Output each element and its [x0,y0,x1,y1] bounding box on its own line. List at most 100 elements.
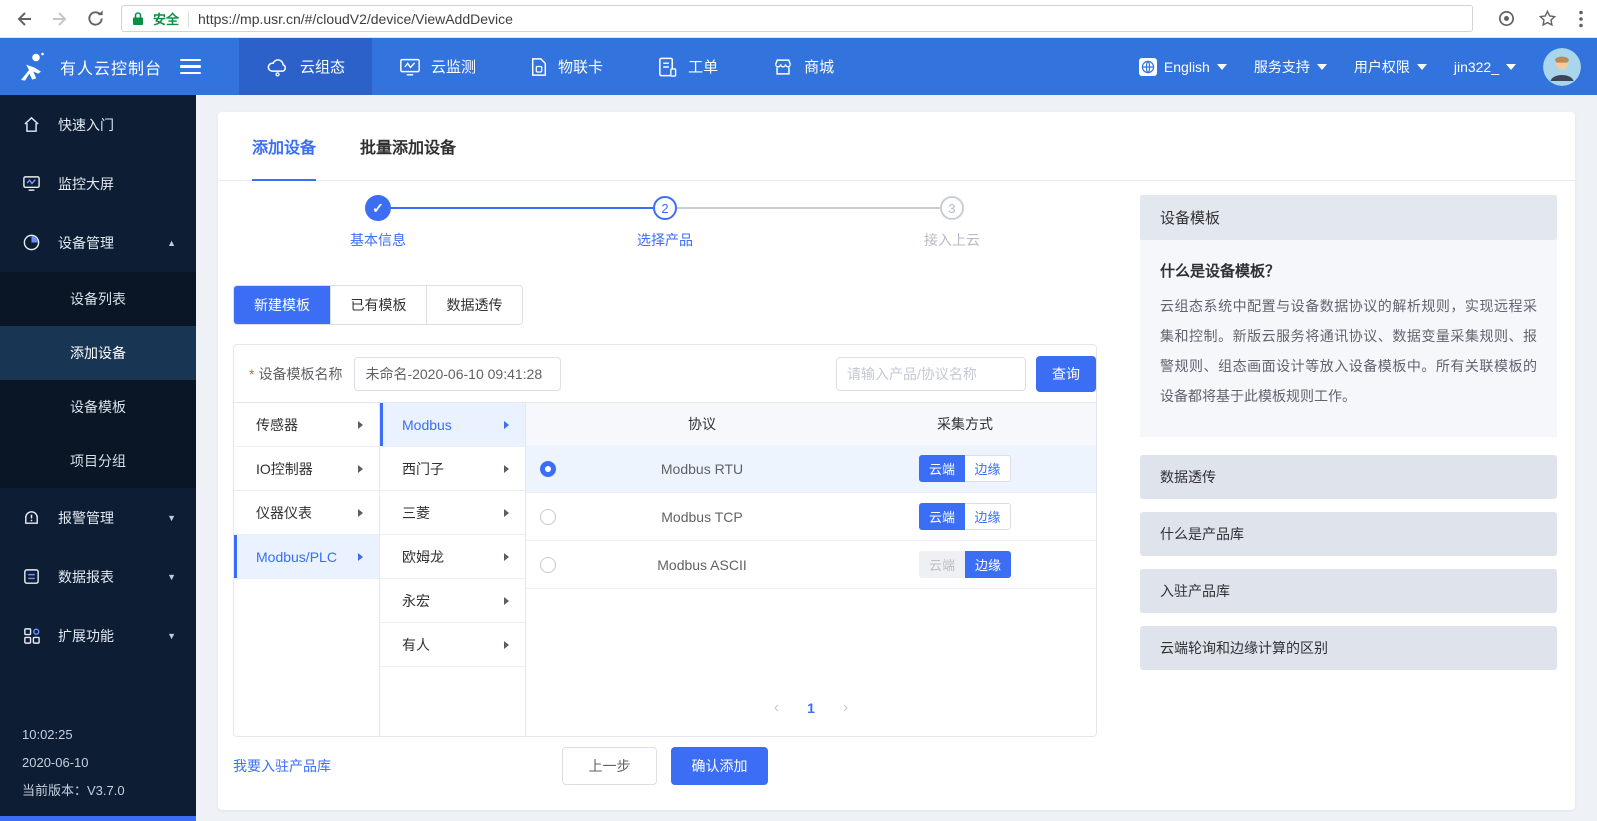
nav-item-cloud-scada[interactable]: 云组态 [239,38,372,95]
help-answer: 云组态系统中配置与设备数据协议的解析规则，实现远程采集和控制。新版云服务将通讯协… [1160,291,1537,411]
brand-usr[interactable]: 有人 [380,623,525,667]
browser-refresh-icon[interactable] [86,9,105,28]
page-next-icon[interactable] [843,700,848,716]
sidebar-item-data-report[interactable]: 数据报表 ▼ [0,547,196,606]
nav-item-cloud-monitor[interactable]: 云监测 [372,38,503,95]
chevron-down-icon: ▼ [167,513,176,523]
brand-column: Modbus 西门子 三菱 欧姆龙 [380,403,526,736]
cloud-toggle[interactable]: 云端 [919,455,965,482]
browser-menu-icon[interactable] [1579,10,1583,28]
edge-toggle[interactable]: 边缘 [965,503,1011,530]
page-prev-icon[interactable] [774,700,779,716]
tab-batch-add-device[interactable]: 批量添加设备 [360,112,456,180]
template-name-input[interactable] [354,357,561,391]
user-permission-dropdown[interactable]: 用户权限 [1354,57,1427,77]
menu-collapse-icon[interactable] [180,59,201,75]
step3-number: 3 [940,196,964,220]
brand-fatek[interactable]: 永宏 [380,579,525,623]
protocol-name: Modbus TCP [570,509,834,525]
tab-add-device[interactable]: 添加设备 [252,112,316,180]
category-instrument[interactable]: 仪器仪表 [234,491,379,535]
sidebar-item-quick-start[interactable]: 快速入门 [0,95,196,154]
language-dropdown[interactable]: English [1139,58,1227,76]
brand-siemens[interactable]: 西门子 [380,447,525,491]
nav-item-mall[interactable]: 商城 [745,38,861,95]
sidebar-item-device-template[interactable]: 设备模板 [0,380,196,434]
step2-label: 选择产品 [637,230,693,250]
brand-mitsubishi[interactable]: 三菱 [380,491,525,535]
help-panel: 设备模板 什么是设备模板？ 云组态系统中配置与设备数据协议的解析规则，实现远程采… [1140,181,1557,786]
accordion-what-is-product-library[interactable]: 什么是产品库 [1140,512,1557,556]
page-number[interactable]: 1 [807,700,815,716]
tab-new-template[interactable]: 新建模板 [234,286,330,324]
accordion-data-passthrough[interactable]: 数据透传 [1140,455,1557,499]
chevron-down-icon [1217,64,1227,70]
browser-forward-icon[interactable] [50,9,70,29]
radio-modbus-rtu[interactable] [540,461,556,477]
header-protocol: 协议 [570,414,834,434]
arrow-right-icon [504,597,509,605]
arrow-right-icon [504,553,509,561]
browser-back-icon[interactable] [14,9,34,29]
top-nav: 有人云控制台 云组态 云监测 物联卡 工单 [0,38,1597,95]
category-sensor[interactable]: 传感器 [234,403,379,447]
home-icon [22,115,41,134]
category-modbus-plc[interactable]: Modbus/PLC [234,535,379,579]
accordion-join-product-library[interactable]: 入驻产品库 [1140,569,1557,613]
brand-modbus[interactable]: Modbus [380,403,525,447]
brand-title: 有人云控制台 [60,55,162,79]
nav-item-iot-card[interactable]: 物联卡 [503,38,630,95]
avatar[interactable] [1543,48,1581,86]
sidebar-item-add-device[interactable]: 添加设备 [0,326,196,380]
sidebar-item-device-list[interactable]: 设备列表 [0,272,196,326]
pagination: 1 [526,700,1096,716]
arrow-right-icon [358,465,363,473]
sidebar-bottom-strip [0,816,196,821]
usr-logo-icon [18,51,48,83]
browser-target-icon[interactable] [1497,9,1516,28]
cloud-toggle[interactable]: 云端 [919,551,965,578]
template-name-label: 设备模板名称 [258,364,342,384]
address-bar[interactable]: 安全 https://mp.usr.cn/#/cloudV2/device/Vi… [121,5,1473,32]
table-header: 协议 采集方式 [526,403,1096,445]
sidebar-footer: 10:02:25 2020-06-10 当前版本：V3.7.0 [22,721,125,805]
accordion-cloud-vs-edge[interactable]: 云端轮询和边缘计算的区别 [1140,626,1557,670]
bookmark-star-icon[interactable] [1538,9,1557,28]
tab-data-passthrough[interactable]: 数据透传 [426,286,522,324]
chevron-down-icon [1506,64,1516,70]
edge-toggle[interactable]: 边缘 [965,551,1011,578]
product-search-input[interactable] [836,357,1026,391]
brand-omron[interactable]: 欧姆龙 [380,535,525,579]
tab-existing-template[interactable]: 已有模板 [330,286,426,324]
report-icon [22,567,41,586]
sidebar-item-project-group[interactable]: 项目分组 [0,434,196,488]
cloud-icon [266,56,290,78]
previous-step-button[interactable]: 上一步 [562,747,657,785]
sidebar-item-monitor-screen[interactable]: 监控大屏 [0,154,196,213]
join-product-library-link[interactable]: 我要入驻产品库 [233,756,331,776]
category-column: 传感器 IO控制器 仪器仪表 Modbus/PLC [234,403,380,736]
radio-modbus-tcp[interactable] [540,509,556,525]
sidebar-item-alarm-management[interactable]: 报警管理 ▼ [0,488,196,547]
edge-toggle[interactable]: 边缘 [965,455,1011,482]
category-io-controller[interactable]: IO控制器 [234,447,379,491]
confirm-add-button[interactable]: 确认添加 [671,747,768,785]
radio-modbus-ascii[interactable] [540,557,556,573]
template-mode-tabs: 新建模板 已有模板 数据透传 [233,285,523,325]
service-support-dropdown[interactable]: 服务支持 [1254,57,1327,77]
username-dropdown[interactable]: jin322_ [1454,59,1516,75]
arrow-right-icon [504,465,509,473]
big-screen-icon [22,174,41,193]
nav-item-work-order[interactable]: 工单 [630,38,745,95]
arrow-right-icon [504,509,509,517]
browser-bar: 安全 https://mp.usr.cn/#/cloudV2/device/Vi… [0,0,1597,38]
header-method: 采集方式 [834,414,1096,434]
sidebar-item-device-management[interactable]: 设备管理 ▲ [0,213,196,272]
cloud-toggle[interactable]: 云端 [919,503,965,530]
sim-card-icon [530,56,548,78]
step1-label: 基本信息 [350,230,406,250]
sidebar-item-extensions[interactable]: 扩展功能 ▼ [0,606,196,665]
query-button[interactable]: 查询 [1036,356,1096,392]
protocol-name: Modbus RTU [570,461,834,477]
step3-label: 接入上云 [924,230,980,250]
